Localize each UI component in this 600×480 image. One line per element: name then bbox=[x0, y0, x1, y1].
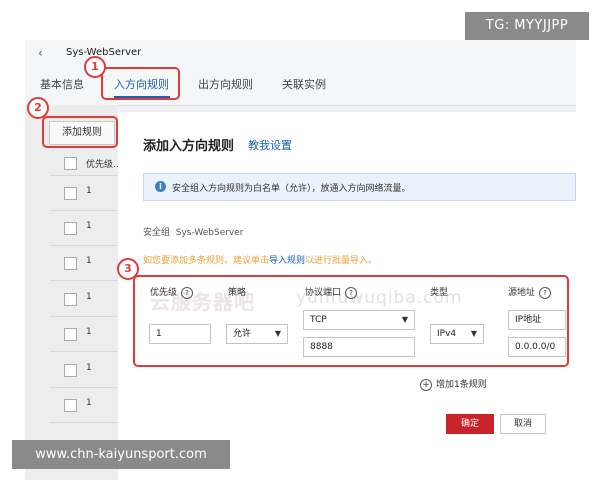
row-divider bbox=[50, 245, 118, 246]
annotation-marker-3: 3 bbox=[117, 258, 139, 280]
row-divider bbox=[50, 351, 118, 352]
info-text: 安全组入方向规则为白名单（允许），放通入方向网络流量。 bbox=[172, 184, 411, 194]
policy-header: 策略 bbox=[228, 288, 247, 298]
port-input[interactable]: 8888 bbox=[303, 337, 415, 357]
protocol-port-header-label: 协议端口 bbox=[305, 288, 342, 298]
priority-header-label: 优先级 bbox=[150, 288, 178, 298]
security-group-label: 安全组 bbox=[143, 228, 171, 238]
row-checkbox[interactable] bbox=[64, 328, 77, 341]
row-checkbox[interactable] bbox=[64, 222, 77, 235]
source-header: 源地址? bbox=[508, 285, 552, 299]
cancel-button[interactable]: 取消 bbox=[500, 414, 546, 434]
priority-input[interactable]: 1 bbox=[149, 324, 211, 344]
row-priority: 1 bbox=[86, 398, 92, 408]
add-one-rule-label: 增加1条规则 bbox=[436, 380, 487, 390]
back-arrow-icon[interactable]: ‹ bbox=[38, 46, 43, 60]
source-header-label: 源地址 bbox=[508, 288, 536, 298]
batch-import-tip: 如您要添加多条规则，建议单击导入规则以进行批量导入。 bbox=[143, 253, 377, 266]
row-priority: 1 bbox=[86, 363, 92, 373]
row-divider bbox=[50, 280, 118, 281]
row-priority: 1 bbox=[86, 256, 92, 266]
security-group-field: 安全组 Sys-WebServer bbox=[143, 225, 244, 238]
tip-prefix: 如您要添加多条规则，建议单击 bbox=[143, 256, 270, 266]
row-checkbox[interactable] bbox=[64, 257, 77, 270]
annotation-marker-1: 1 bbox=[84, 56, 106, 78]
chevron-down-icon: ▼ bbox=[401, 315, 408, 324]
row-checkbox[interactable] bbox=[64, 293, 77, 306]
add-one-rule-link[interactable]: + 增加1条规则 bbox=[420, 377, 487, 391]
protocol-select-value: TCP bbox=[310, 315, 327, 325]
security-group-title: Sys-WebServer bbox=[66, 47, 142, 58]
confirm-button[interactable]: 确定 bbox=[446, 414, 494, 434]
row-checkbox[interactable] bbox=[64, 187, 77, 200]
import-rules-link[interactable]: 导入规则 bbox=[269, 256, 305, 266]
help-icon[interactable]: ? bbox=[539, 286, 552, 299]
row-priority: 1 bbox=[86, 292, 92, 302]
tab-outbound-rules[interactable]: 出方向规则 bbox=[198, 76, 253, 92]
row-checkbox[interactable] bbox=[64, 364, 77, 377]
protocol-select[interactable]: TCP ▼ bbox=[303, 310, 415, 330]
select-all-checkbox[interactable] bbox=[64, 157, 77, 170]
ip-type-select[interactable]: IPv4 ▼ bbox=[430, 324, 484, 344]
help-link[interactable]: 教我设置 bbox=[248, 137, 292, 153]
tip-suffix: 以进行批量导入。 bbox=[305, 256, 378, 266]
row-divider bbox=[50, 316, 118, 317]
annotation-marker-2: 2 bbox=[27, 97, 49, 119]
priority-header: 优先级? bbox=[150, 285, 194, 299]
chevron-down-icon: ▼ bbox=[470, 329, 477, 338]
source-address-input[interactable]: 0.0.0.0/0 bbox=[508, 337, 566, 357]
help-icon[interactable]: ? bbox=[181, 286, 194, 299]
chevron-down-icon: ▼ bbox=[274, 329, 281, 338]
row-priority: 1 bbox=[86, 186, 92, 196]
row-divider bbox=[50, 210, 118, 211]
dialog-title: 添加入方向规则 bbox=[143, 139, 235, 154]
row-priority: 1 bbox=[86, 221, 92, 231]
footer-url-banner: www.chn-kaiyunsport.com bbox=[12, 440, 230, 469]
source-type-select[interactable]: IP地址 bbox=[508, 310, 566, 330]
row-priority: 1 bbox=[86, 327, 92, 337]
annotation-box-1 bbox=[101, 67, 180, 100]
help-icon[interactable]: ? bbox=[345, 286, 358, 299]
telegram-badge: TG: MYYJJPP bbox=[465, 12, 589, 40]
policy-select-value: 允许 bbox=[233, 329, 252, 339]
ip-type-select-value: IPv4 bbox=[437, 329, 457, 339]
priority-column-header: 优先级... bbox=[86, 160, 122, 170]
tab-basic-info[interactable]: 基本信息 bbox=[40, 76, 84, 92]
security-group-value: Sys-WebServer bbox=[175, 228, 244, 238]
annotation-box-2 bbox=[42, 116, 118, 148]
info-icon: i bbox=[155, 181, 166, 192]
row-divider bbox=[50, 387, 118, 388]
row-checkbox[interactable] bbox=[64, 399, 77, 412]
plus-circle-icon: + bbox=[420, 378, 432, 391]
protocol-port-header: 协议端口? bbox=[305, 285, 358, 299]
tab-associated-instances[interactable]: 关联实例 bbox=[282, 76, 326, 92]
row-divider bbox=[50, 422, 118, 423]
type-header: 类型 bbox=[430, 288, 449, 298]
policy-select[interactable]: 允许 ▼ bbox=[226, 324, 288, 344]
